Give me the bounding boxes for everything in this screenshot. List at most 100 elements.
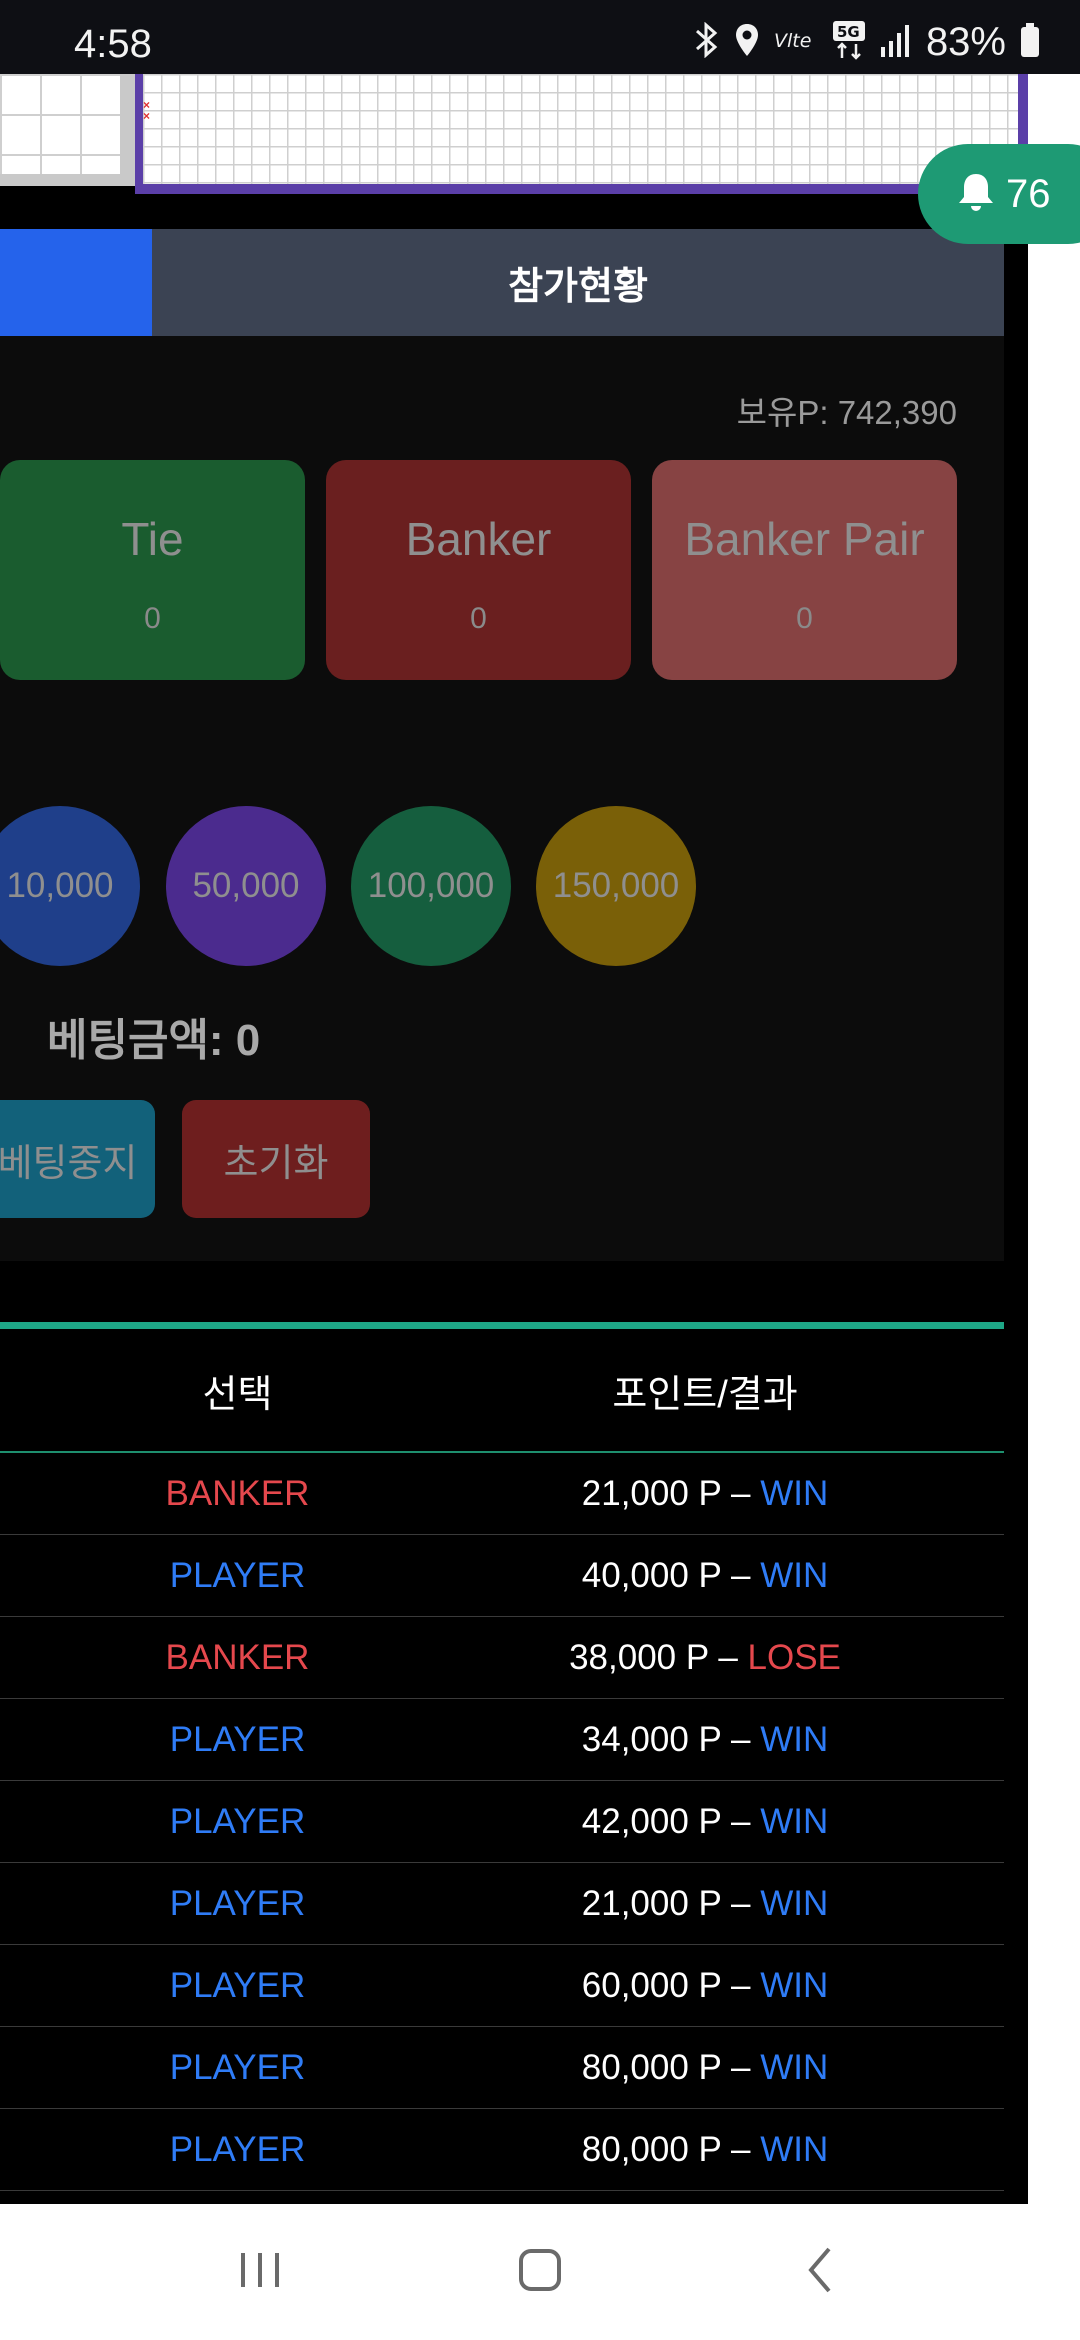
page-content: × × 참가현황 보유P: 742,390 Tie 0 Banker 0 Bank…: [0, 74, 1028, 2204]
row-points: 21,000 P: [581, 1883, 722, 1923]
chip-150000[interactable]: 150,000: [536, 806, 696, 966]
tab-participation[interactable]: 참가현황: [152, 229, 1004, 336]
bet-option-amount: 0: [470, 602, 487, 635]
row-separator: –: [721, 1473, 761, 1513]
row-points: 40,000 P: [581, 1555, 722, 1595]
table-row: PLAYER 21,000 P – WIN: [0, 1863, 1004, 1945]
row-pick: PLAYER: [169, 1719, 306, 1759]
home-icon: [517, 2247, 563, 2298]
back-icon: [805, 2245, 835, 2300]
row-result: 40,000 P – WIN: [475, 1556, 935, 1596]
5g-icon: 5G: [832, 20, 866, 65]
svg-text:5G: 5G: [837, 23, 860, 41]
bluetooth-icon: [694, 21, 720, 63]
scoreboard-main-panel: × ×: [135, 74, 1028, 194]
scoreboard-grid: [143, 74, 1018, 184]
row-points: 80,000 P: [581, 2047, 722, 2087]
web-page: × × 참가현황 보유P: 742,390 Tie 0 Banker 0 Bank…: [0, 74, 1080, 2204]
row-pick: BANKER: [165, 1473, 310, 1513]
row-separator: –: [721, 1801, 761, 1841]
bet-option-banker-pair[interactable]: Banker Pair 0: [652, 460, 957, 680]
row-points: 34,000 P: [581, 1719, 722, 1759]
row-pick: BANKER: [165, 1637, 310, 1677]
svg-text:Vlte: Vlte: [774, 30, 811, 52]
row-outcome: WIN: [760, 1883, 829, 1923]
recents-button[interactable]: [220, 2232, 300, 2312]
row-pick: PLAYER: [169, 1801, 306, 1841]
tab-betting[interactable]: [0, 229, 152, 336]
bet-option-amount: 0: [796, 602, 813, 635]
battery-percent: 83%: [925, 19, 1006, 64]
row-separator: –: [721, 1965, 761, 2005]
row-pick: PLAYER: [169, 1883, 306, 1923]
row-result: 60,000 P – WIN: [475, 1966, 935, 2006]
chip-50000[interactable]: 50,000: [166, 806, 326, 966]
table-row: PLAYER 80,000 P – WIN: [0, 2027, 1004, 2109]
row-result: 80,000 P – WIN: [475, 2130, 935, 2170]
row-separator: –: [721, 2047, 761, 2087]
row-points: 60,000 P: [581, 1965, 722, 2005]
row-result: 38,000 P – LOSE: [475, 1638, 935, 1678]
stop-betting-button[interactable]: 베팅중지: [0, 1100, 155, 1218]
scoreboard-left-grid: [0, 74, 120, 174]
recents-icon: [237, 2249, 283, 2296]
row-pick: PLAYER: [169, 2129, 306, 2169]
bet-option-amount: 0: [144, 602, 161, 635]
home-button[interactable]: [500, 2232, 580, 2312]
back-button[interactable]: [780, 2232, 860, 2312]
row-points: 80,000 P: [581, 2129, 722, 2169]
row-pick: PLAYER: [169, 1555, 306, 1595]
table-header: 선택 포인트/결과: [0, 1329, 1004, 1453]
table-row: PLAYER50,000 P – WIN: [0, 2191, 1004, 2204]
bet-option-name: Banker Pair: [684, 513, 925, 565]
row-points: 21,000 P: [581, 1473, 722, 1513]
row-points: 42,000 P: [581, 1801, 722, 1841]
row-result: 42,000 P – WIN: [475, 1802, 935, 1842]
row-separator: –: [721, 1883, 761, 1923]
bet-option-name: Banker: [405, 513, 552, 565]
row-outcome: LOSE: [747, 1637, 841, 1677]
chip-10000[interactable]: 10,000: [0, 806, 140, 966]
row-outcome: WIN: [760, 1719, 829, 1759]
status-time: 4:58: [74, 22, 152, 66]
row-result: 21,000 P – WIN: [475, 1474, 935, 1514]
balance-points: 보유P: 742,390: [736, 394, 957, 431]
row-pick: PLAYER: [169, 2047, 306, 2087]
row-outcome: WIN: [760, 1965, 829, 2005]
table-row: PLAYER 60,000 P – WIN: [0, 1945, 1004, 2027]
volte-icon: Vlte: [774, 25, 818, 60]
scoreboard-left-panel: [0, 74, 135, 186]
bet-history-table: 선택 포인트/결과 BANKER 21,000 P – WIN PLAYER 40,0…: [0, 1322, 1004, 2204]
row-separator: –: [721, 2129, 761, 2169]
reset-button[interactable]: 초기화: [182, 1100, 370, 1218]
table-row: BANKER 21,000 P – WIN: [0, 1453, 1004, 1535]
status-icons: Vlte 5G 83%: [694, 19, 1040, 65]
table-body: BANKER 21,000 P – WIN PLAYER 40,000 P – WIN…: [0, 1453, 1004, 2204]
navigation-bar: [0, 2204, 1080, 2340]
bet-option-tie[interactable]: Tie 0: [0, 460, 305, 680]
bet-option-banker[interactable]: Banker 0: [326, 460, 631, 680]
row-separator: –: [708, 1637, 748, 1677]
notification-button[interactable]: 76: [918, 144, 1080, 244]
signal-icon: [880, 23, 912, 62]
scoreboard: × ×: [0, 74, 1028, 194]
row-outcome: WIN: [760, 1801, 829, 1841]
row-points: 38,000 P: [569, 1637, 709, 1677]
page-edge: [1028, 74, 1080, 2204]
header-result: 포인트/결과: [612, 1373, 798, 1416]
history-divider: [0, 1322, 1004, 1329]
notification-count: 76: [1006, 171, 1051, 216]
row-pick: PLAYER: [169, 1965, 306, 2005]
betting-panel: 보유P: 742,390 Tie 0 Banker 0 Banker Pair …: [0, 336, 1004, 1261]
row-outcome: WIN: [760, 2047, 829, 2087]
row-outcome: WIN: [760, 1473, 829, 1513]
chip-100000[interactable]: 100,000: [351, 806, 511, 966]
table-row: PLAYER 40,000 P – WIN: [0, 1535, 1004, 1617]
bet-option-name: Tie: [121, 513, 184, 565]
scoreboard-marker: × ×: [143, 98, 151, 123]
row-outcome: WIN: [760, 2129, 829, 2169]
row-outcome: WIN: [760, 1555, 829, 1595]
bell-icon: [956, 171, 996, 218]
table-row: PLAYER 34,000 P – WIN: [0, 1699, 1004, 1781]
table-row: BANKER 38,000 P – LOSE: [0, 1617, 1004, 1699]
